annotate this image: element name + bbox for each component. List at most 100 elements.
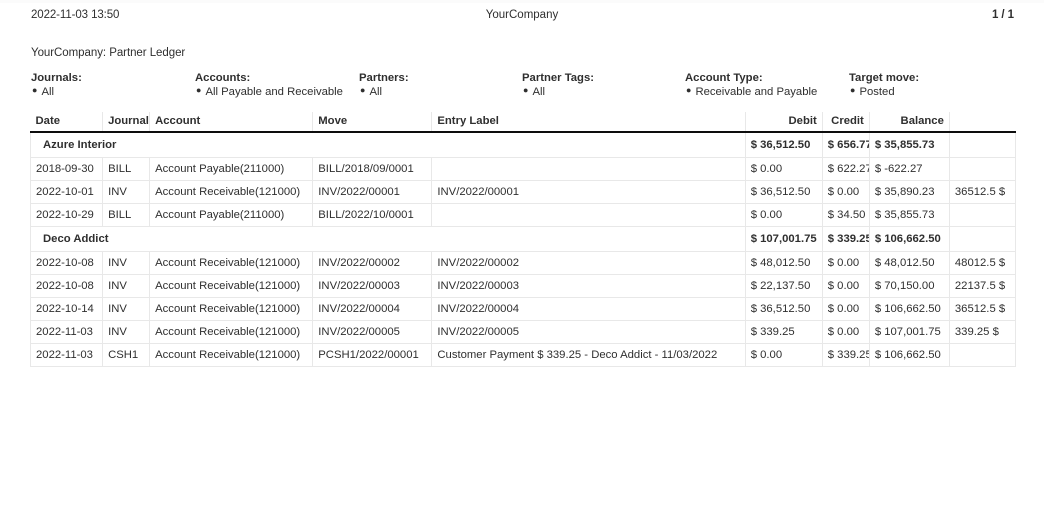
filter-accounts-value: ● All Payable and Receivable <box>195 85 359 100</box>
table-body: Azure Interior $ 36,512.50 $ 656.77 $ 35,85… <box>29 131 1017 367</box>
cell-move: INV/2022/00005 <box>312 320 433 344</box>
cell-move: INV/2022/00003 <box>312 274 433 298</box>
cell-balance: $ 106,662.50 <box>868 297 950 321</box>
filter-target-move-text: Posted <box>859 86 895 98</box>
page-separator: / <box>1001 9 1005 21</box>
filter-journals: Journals: ● All <box>31 71 195 100</box>
cell-date: 2022-10-08 <box>29 251 104 275</box>
cell-debit: $ 339.25 <box>744 320 823 344</box>
filter-journals-label: Journals: <box>31 72 82 84</box>
table-row: 2022-10-08 INV Account Receivable(121000) I… <box>29 274 1017 298</box>
cell-date: 2022-10-14 <box>29 297 104 321</box>
cell-date: 2018-09-30 <box>29 157 104 181</box>
cell-account: Account Receivable(121000) <box>149 274 314 298</box>
cell-date: 2022-11-03 <box>29 343 104 367</box>
filter-partners: Partners: ● All <box>359 71 522 100</box>
cell-debit: $ 48,012.50 <box>744 251 823 275</box>
page-title: YourCompany: Partner Ledger <box>31 47 186 59</box>
cell-amount-currency <box>948 203 1017 227</box>
cell-move: PCSH1/2022/00001 <box>312 343 433 367</box>
filter-journals-text: All <box>41 86 54 98</box>
cell-credit: $ 339.25 <box>821 343 870 367</box>
cell-move: BILL/2022/10/0001 <box>312 203 433 227</box>
partner-group-balance: $ 35,855.73 <box>868 131 950 158</box>
cell-journal: CSH1 <box>102 343 151 367</box>
cell-entry-label: INV/2022/00003 <box>431 274 746 298</box>
cell-amount-currency <box>948 157 1017 181</box>
filter-partner-tags: Partner Tags: ● All <box>522 71 685 100</box>
cell-amount-currency: 36512.5 $ <box>948 180 1017 204</box>
cell-credit: $ 34.50 <box>821 203 870 227</box>
cell-amount-currency: 339.25 $ <box>948 320 1017 344</box>
cell-account: Account Receivable(121000) <box>149 320 314 344</box>
filter-partners-value: ● All <box>359 85 522 100</box>
table-header-row: Date Journal Account Move Entry Label De… <box>30 112 1016 133</box>
partner-group-amount-currency <box>948 226 1017 252</box>
cell-date: 2022-10-01 <box>29 180 104 204</box>
column-header-balance: Balance <box>868 112 950 133</box>
table-row: 2018-09-30 BILL Account Payable(211000) BIL… <box>29 157 1017 181</box>
filter-partners-text: All <box>369 86 382 98</box>
table-row: 2022-11-03 INV Account Receivable(121000) I… <box>29 320 1017 344</box>
cell-credit: $ 0.00 <box>821 297 870 321</box>
partner-ledger-table-wrapper: Date Journal Account Move Entry Label De… <box>29 112 1017 367</box>
cell-account: Account Payable(211000) <box>149 157 314 181</box>
cell-balance: $ 35,855.73 <box>868 203 950 227</box>
cell-move: INV/2022/00004 <box>312 297 433 321</box>
cell-balance: $ 107,001.75 <box>868 320 950 344</box>
cell-entry-label <box>431 157 746 181</box>
filter-target-move-value: ● Posted <box>849 85 1009 100</box>
column-header-account: Account <box>149 112 314 133</box>
filter-partner-tags-text: All <box>532 86 545 98</box>
cell-account: Account Receivable(121000) <box>149 251 314 275</box>
cell-entry-label: INV/2022/00005 <box>431 320 746 344</box>
cell-debit: $ 0.00 <box>744 343 823 367</box>
report-page: 2022-11-03 13:50 YourCompany 1/1 YourCom… <box>0 0 1044 367</box>
column-header-entry-label: Entry Label <box>431 112 746 133</box>
cell-amount-currency <box>948 343 1017 367</box>
filter-partner-tags-value: ● All <box>522 85 685 100</box>
column-header-journal: Journal <box>102 112 151 133</box>
filter-accounts-label: Accounts: <box>195 72 251 84</box>
filter-account-type-value: ● Receivable and Payable <box>685 85 849 100</box>
cell-entry-label: Customer Payment $ 339.25 - Deco Addict … <box>431 343 746 367</box>
page-total: 1 <box>1007 9 1014 21</box>
partner-group-row: Azure Interior $ 36,512.50 $ 656.77 $ 35,85… <box>30 131 1017 158</box>
cell-journal: BILL <box>102 203 151 227</box>
cell-account: Account Receivable(121000) <box>149 297 314 321</box>
filter-partner-tags-label: Partner Tags: <box>522 72 594 84</box>
cell-entry-label <box>431 203 746 227</box>
cell-balance: $ 70,150.00 <box>868 274 950 298</box>
filter-accounts: Accounts: ● All Payable and Receivable <box>195 71 359 100</box>
cell-debit: $ 0.00 <box>744 203 823 227</box>
cell-debit: $ 22,137.50 <box>744 274 823 298</box>
cell-entry-label: INV/2022/00004 <box>431 297 746 321</box>
cell-amount-currency: 22137.5 $ <box>948 274 1017 298</box>
partner-group-balance: $ 106,662.50 <box>868 226 950 252</box>
cell-entry-label: INV/2022/00002 <box>431 251 746 275</box>
cell-amount-currency: 48012.5 $ <box>948 251 1017 275</box>
cell-journal: INV <box>102 320 151 344</box>
cell-balance: $ -622.27 <box>868 157 950 181</box>
cell-account: Account Receivable(121000) <box>149 343 314 367</box>
report-company-name: YourCompany <box>485 9 559 21</box>
table-row: 2022-10-29 BILL Account Payable(211000) BIL… <box>29 203 1017 227</box>
cell-debit: $ 36,512.50 <box>744 297 823 321</box>
filter-journals-value: ● All <box>31 85 195 100</box>
cell-journal: INV <box>102 251 151 275</box>
cell-balance: $ 35,890.23 <box>868 180 950 204</box>
partner-group-debit: $ 107,001.75 <box>744 226 823 252</box>
partner-group-name: Azure Interior <box>30 131 746 158</box>
cell-balance: $ 48,012.50 <box>868 251 950 275</box>
cell-journal: INV <box>102 180 151 204</box>
cell-credit: $ 0.00 <box>821 251 870 275</box>
filter-account-type-label: Account Type: <box>685 72 763 84</box>
partner-ledger-table: Date Journal Account Move Entry Label De… <box>29 112 1017 367</box>
table-row: 2022-10-14 INV Account Receivable(121000) I… <box>29 297 1017 321</box>
table-row: 2022-10-08 INV Account Receivable(121000) I… <box>29 251 1017 275</box>
partner-group-name: Deco Addict <box>30 226 746 252</box>
filter-account-type: Account Type: ● Receivable and Payable <box>685 71 849 100</box>
cell-date: 2022-10-08 <box>29 274 104 298</box>
report-header: 2022-11-03 13:50 YourCompany 1/1 <box>0 0 1044 34</box>
partner-group-credit: $ 339.25 <box>821 226 870 252</box>
